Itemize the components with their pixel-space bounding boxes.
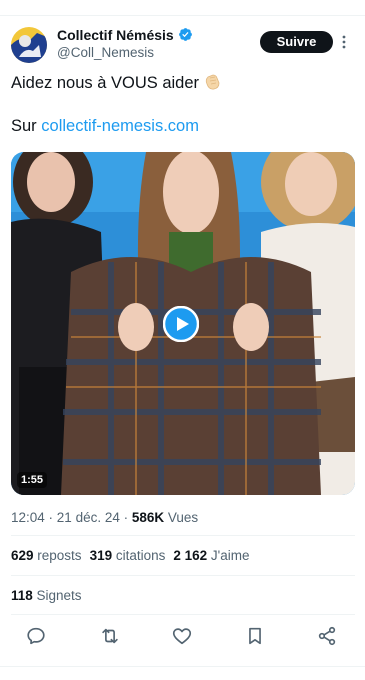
divider <box>11 614 355 615</box>
share-icon[interactable] <box>316 625 338 647</box>
bookmarks-label: Signets <box>32 588 82 603</box>
meta-separator: · <box>119 510 132 525</box>
divider <box>11 575 355 576</box>
views-label: Vues <box>164 510 199 525</box>
link-prefix: Sur <box>11 117 42 135</box>
bottom-divider <box>0 666 365 667</box>
citations-label: citations <box>112 548 166 563</box>
author-name-text: Collectif Némésis <box>57 27 174 43</box>
follow-button[interactable]: Suivre <box>260 31 333 53</box>
reply-icon[interactable] <box>25 625 47 647</box>
citations-stat[interactable]: 319 citations <box>90 548 166 563</box>
repost-icon[interactable] <box>99 625 121 647</box>
tweet-meta: 12:04 · 21 déc. 24 · 586K Vues <box>11 510 198 525</box>
views-count: 586K <box>131 510 165 525</box>
more-options-icon[interactable] <box>339 34 349 50</box>
avatar[interactable] <box>11 27 47 63</box>
action-bar <box>0 625 365 647</box>
play-icon[interactable] <box>163 306 199 342</box>
top-divider <box>0 15 365 16</box>
tweet-time[interactable]: 12:04 <box>11 510 45 525</box>
tweet-text: Aidez nous à VOUS aider <box>11 72 222 93</box>
nemesis-logo-icon <box>11 27 47 63</box>
citations-count: 319 <box>89 548 113 563</box>
author-name[interactable]: Collectif Némésis <box>57 27 193 43</box>
verified-badge-icon <box>178 28 192 41</box>
website-link[interactable]: collectif-nemesis.com <box>41 117 199 135</box>
tweet-link-line: Sur collectif-nemesis.com <box>11 116 199 136</box>
likes-count: 2 162 <box>173 548 208 563</box>
bookmark-icon[interactable] <box>244 625 266 647</box>
bookmarks-stat[interactable]: 118 Signets <box>11 588 82 603</box>
divider <box>11 535 355 536</box>
bookmarks-count: 118 <box>11 588 33 603</box>
reposts-label: reposts <box>33 548 82 563</box>
tweet-date[interactable]: 21 déc. 24 <box>57 510 120 525</box>
reposts-stat[interactable]: 629 reposts <box>11 548 82 563</box>
video-duration: 1:55 <box>17 472 48 488</box>
likes-stat[interactable]: 2 162 J'aime <box>173 548 249 563</box>
clapping-hands-icon <box>205 74 220 90</box>
reposts-count: 629 <box>11 548 34 563</box>
tweet-text-content: Aidez nous à VOUS aider <box>11 74 200 92</box>
like-icon[interactable] <box>171 625 193 647</box>
tweet-stats: 629 reposts 319 citations 2 162 J'aime <box>11 548 250 563</box>
author-handle[interactable]: @Coll_Nemesis <box>57 45 154 60</box>
likes-label: J'aime <box>207 548 250 563</box>
meta-separator: · <box>44 510 57 525</box>
